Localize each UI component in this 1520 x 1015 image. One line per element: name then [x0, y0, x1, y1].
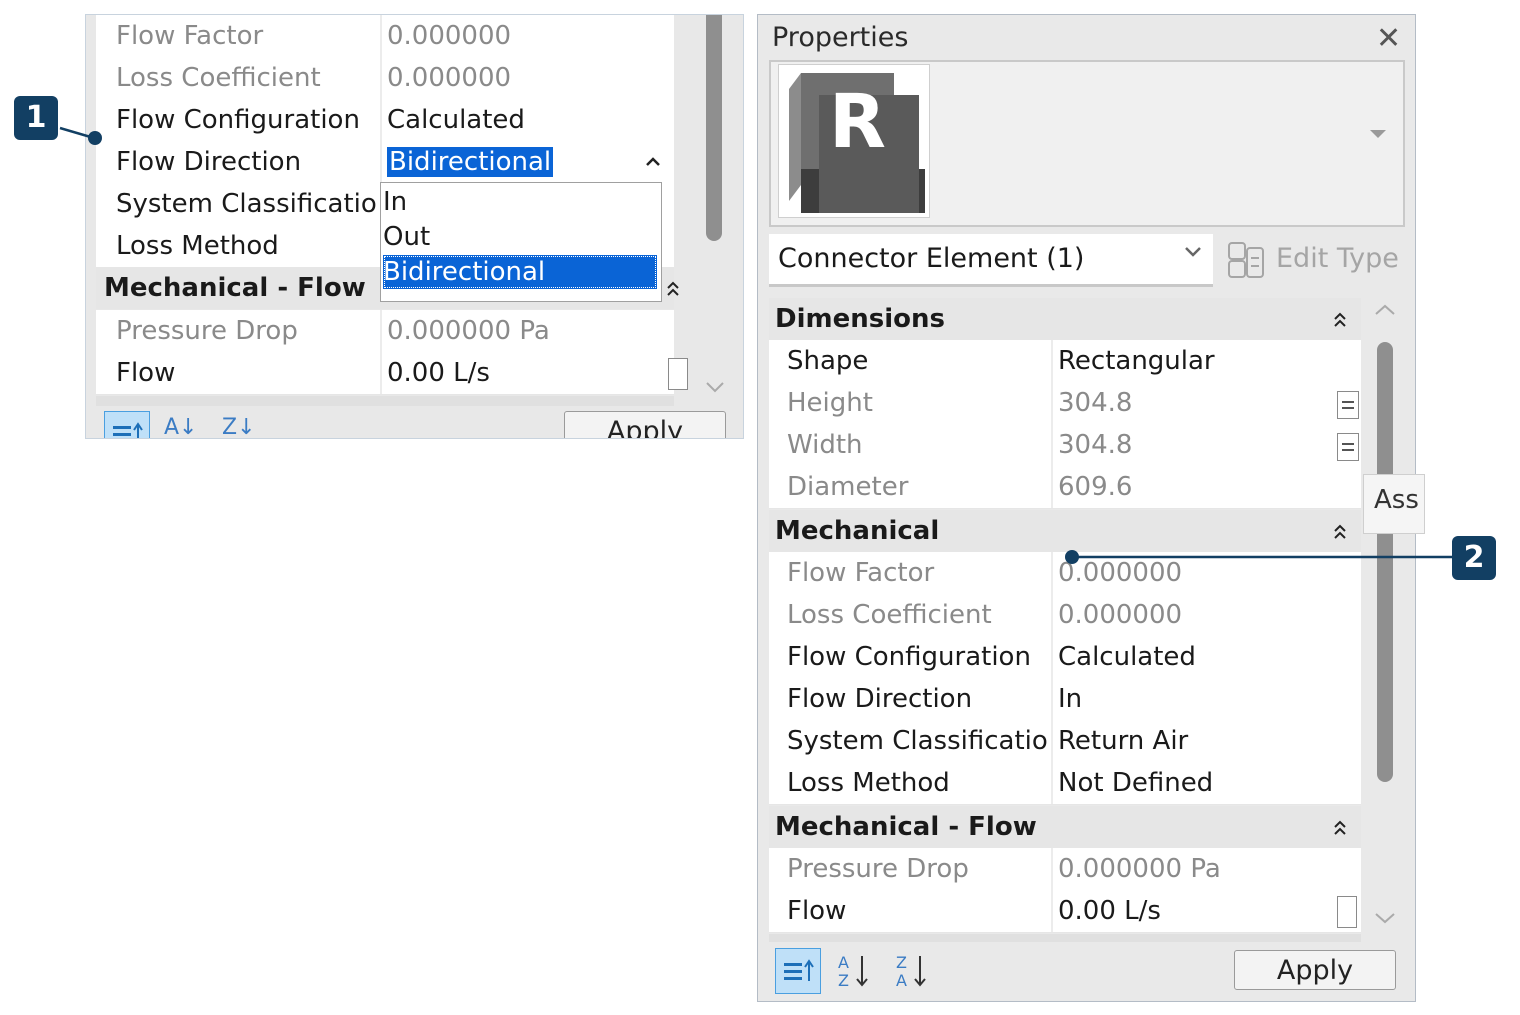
callout-badge-1: 1	[14, 96, 58, 140]
callout-anchor-1	[88, 131, 102, 145]
callout-anchor-2	[1065, 550, 1079, 564]
callout-leaders	[59, 126, 1452, 559]
callout-badge-2: 2	[1452, 536, 1496, 580]
